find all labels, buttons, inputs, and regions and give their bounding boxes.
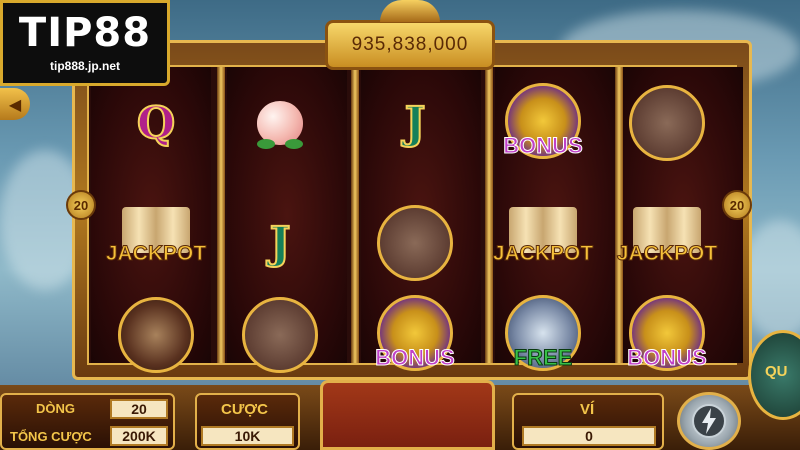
back-button[interactable]: ◀	[0, 88, 30, 120]
vi-value: 0	[522, 426, 656, 446]
letter-j-symbol: J	[404, 97, 427, 150]
free-label: FREE	[513, 345, 573, 371]
lines-badge-left: 20	[66, 190, 96, 220]
site-logo: TIP88 tip888.jp.net	[0, 0, 170, 86]
bonus-label: BONUS	[375, 345, 455, 371]
peach-icon	[257, 101, 303, 149]
symbol-pig-monk	[612, 78, 722, 168]
jackpot-label: JACKPOT	[105, 242, 207, 266]
pig-monk-icon	[629, 85, 705, 161]
dong-value[interactable]: 20	[110, 399, 168, 419]
dong-label: DÒNG	[36, 401, 75, 416]
symbol-bonus: BONUS	[360, 290, 470, 380]
spin-area-panel	[320, 380, 495, 450]
pig-monk-icon	[377, 205, 453, 281]
reel-divider	[351, 67, 359, 363]
wallet-panel: VÍ 0	[512, 393, 664, 450]
jackpot-label: JACKPOT	[492, 242, 594, 266]
balance-value: 935,838,000	[351, 34, 469, 55]
symbol-jackpot: JACKPOT	[101, 198, 211, 288]
symbol-letter: J	[360, 78, 470, 168]
symbol-bonus: BONUS	[488, 78, 598, 168]
symbol-jackpot: JACKPOT	[488, 198, 598, 288]
spin-button[interactable]	[677, 392, 741, 450]
lines-bet-panel: DÒNG 20 TỔNG CƯỢC 200K	[0, 393, 175, 450]
lightning-icon	[692, 404, 726, 438]
symbol-jackpot: JACKPOT	[612, 198, 722, 288]
letter-q-symbol: Q	[136, 97, 176, 150]
tong-cuoc-value: 200K	[110, 426, 168, 446]
pig-monk-icon	[242, 297, 318, 373]
bonus-label: BONUS	[627, 345, 707, 371]
logo-brand: TIP88	[18, 10, 152, 56]
symbol-free: FREE	[488, 290, 598, 380]
bonus-label: BONUS	[503, 133, 583, 159]
tong-cuoc-label: TỔNG CƯỢC	[10, 429, 92, 444]
symbol-pig-monk	[360, 198, 470, 288]
arrow-left-icon: ◀	[8, 94, 22, 114]
symbol-pig-monk	[225, 290, 335, 380]
symbol-warrior	[101, 290, 211, 380]
qc-label: QU	[765, 363, 788, 380]
reel-divider	[217, 67, 225, 363]
vi-label: VÍ	[580, 401, 595, 418]
symbol-peach	[225, 78, 335, 168]
cuoc-label: CƯỢC	[221, 401, 268, 418]
bet-panel: CƯỢC 10K	[195, 393, 300, 450]
letter-j-symbol: J	[269, 217, 292, 270]
crest-ornament	[380, 0, 440, 22]
lines-badge-right: 20	[722, 190, 752, 220]
symbol-bonus: BONUS	[612, 290, 722, 380]
logo-url: tip888.jp.net	[49, 59, 120, 73]
symbol-letter: Q	[101, 78, 211, 168]
symbol-letter: J	[225, 198, 335, 288]
jackpot-label: JACKPOT	[616, 242, 718, 266]
cuoc-value[interactable]: 10K	[201, 426, 294, 446]
balance-display: 935,838,000	[325, 20, 495, 70]
warrior-icon	[118, 297, 194, 373]
